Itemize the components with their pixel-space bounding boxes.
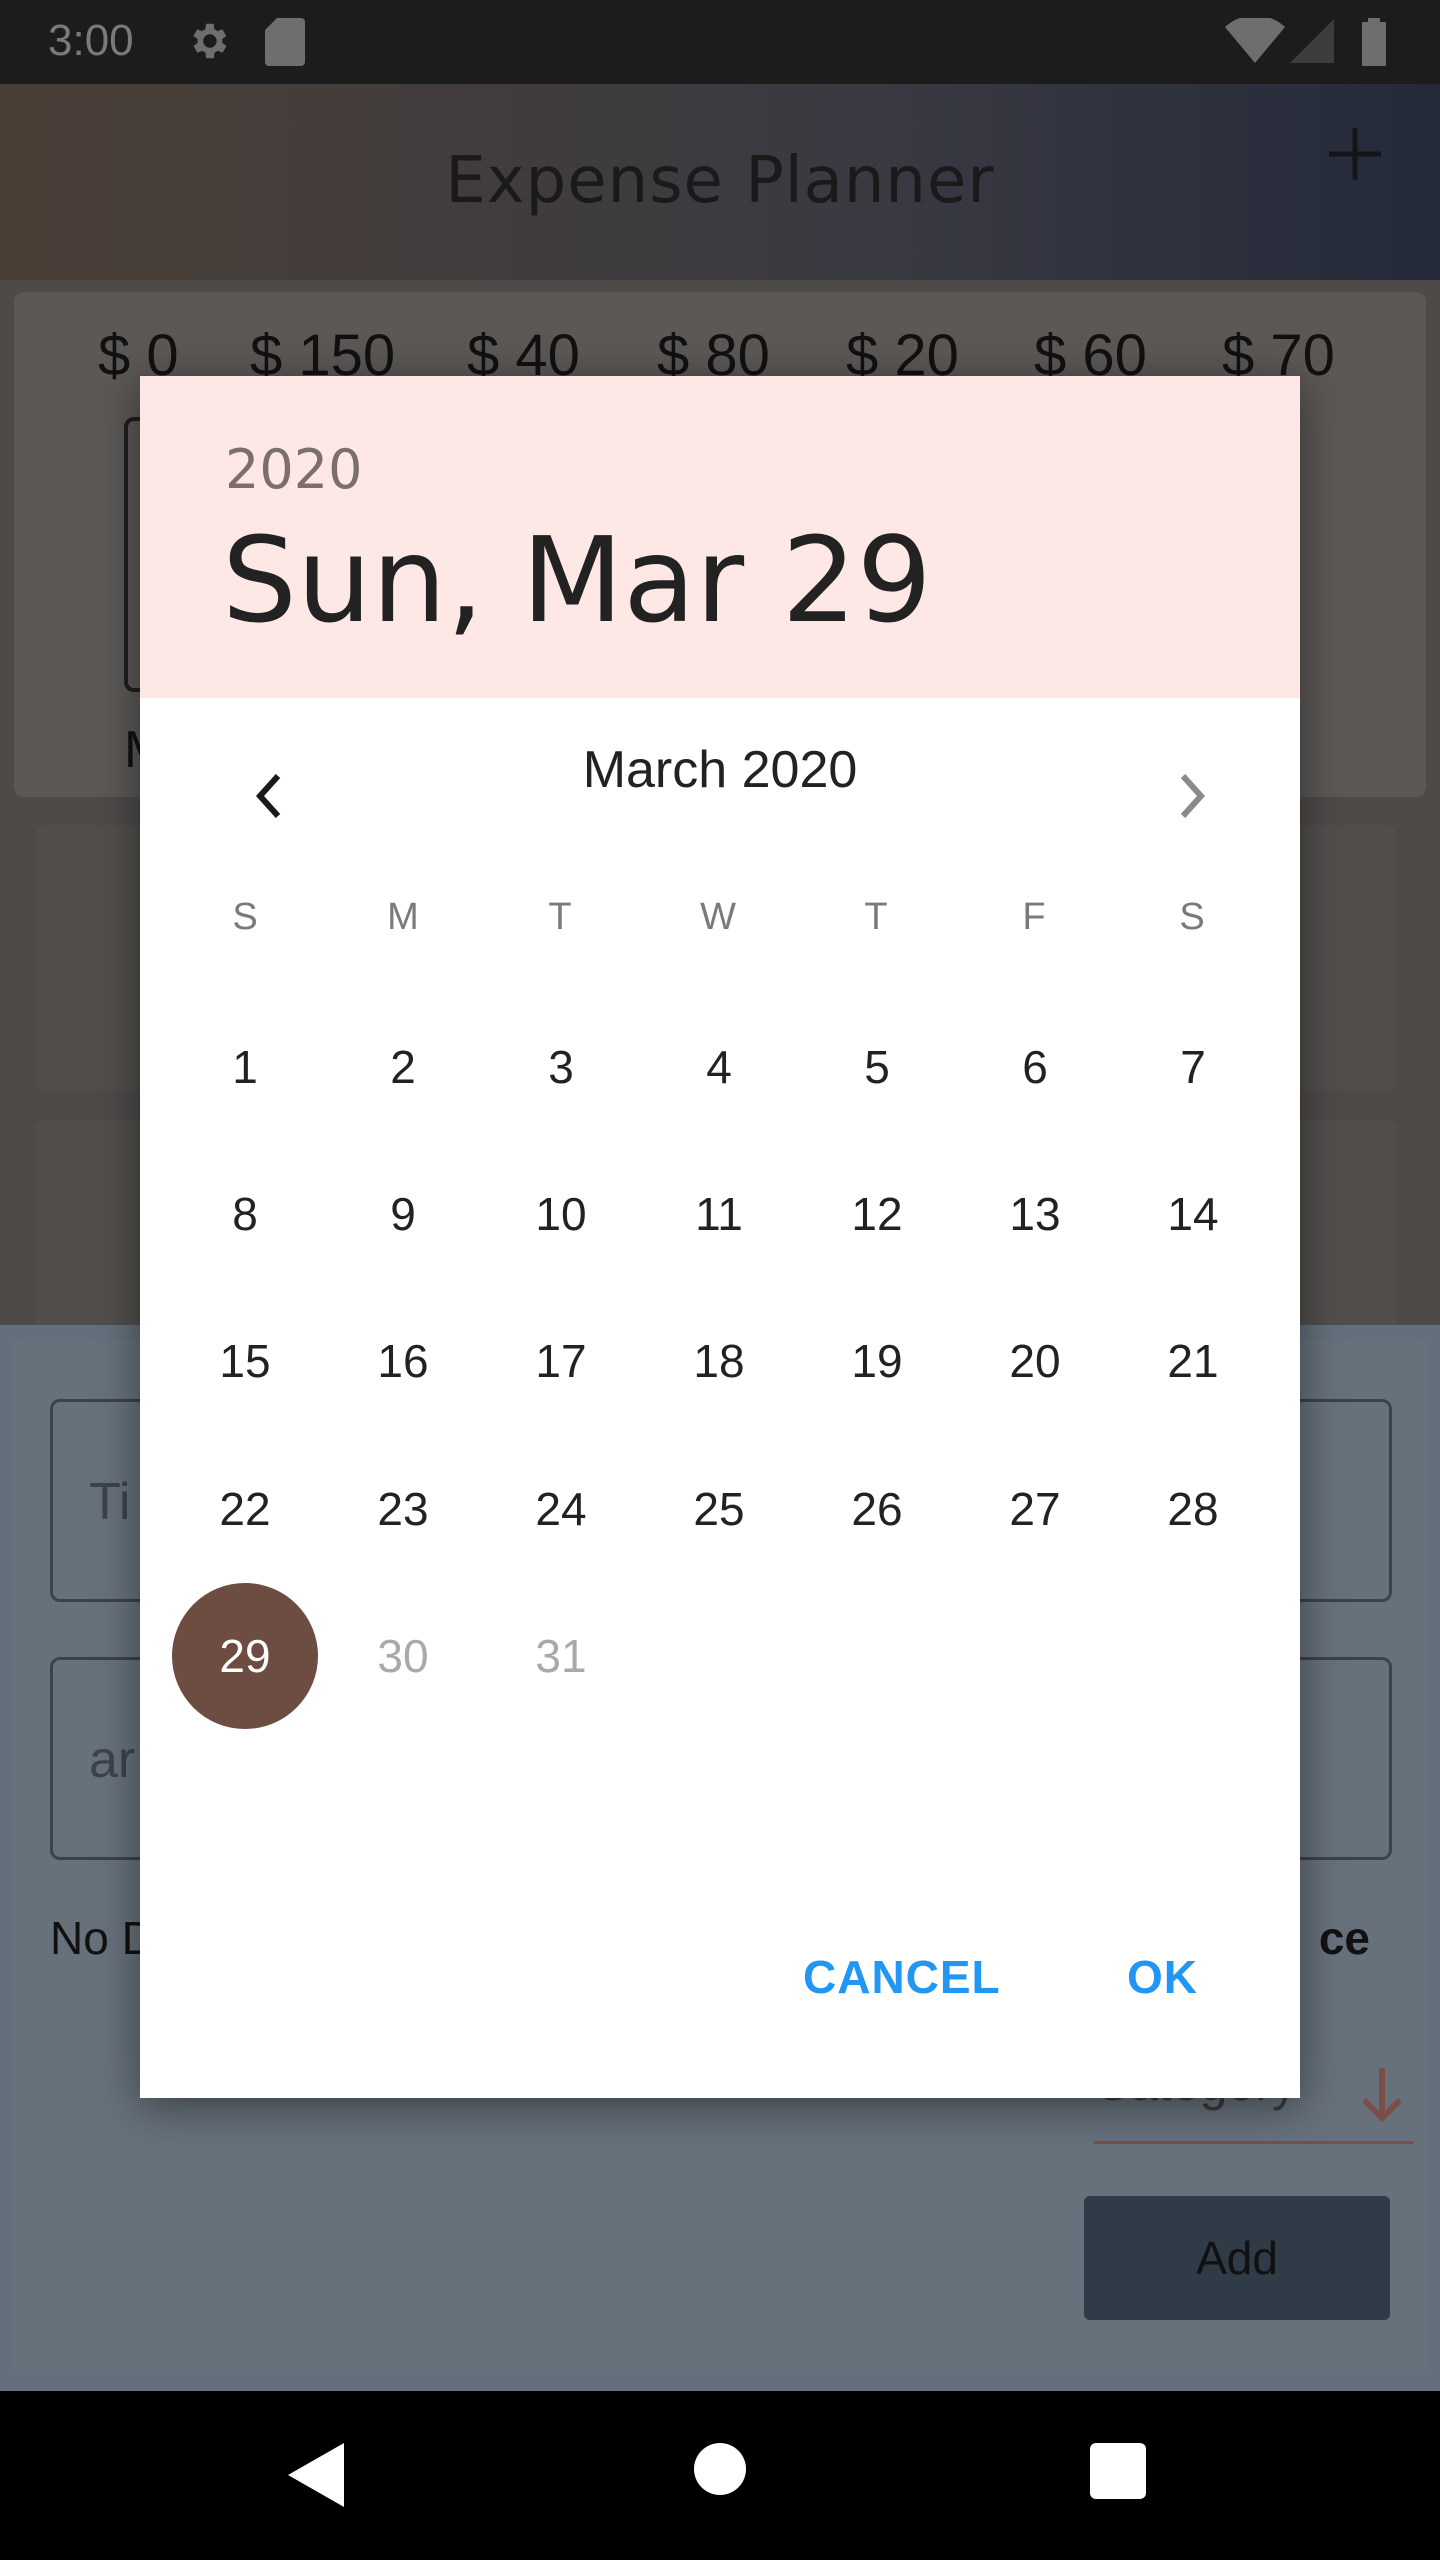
chevron-right-icon[interactable] (1140, 746, 1240, 846)
title-field-label: Ti (89, 1473, 131, 1531)
wifi-icon (1225, 15, 1285, 69)
calendar-day[interactable]: 19 (804, 1288, 950, 1434)
calendar-day[interactable]: 18 (646, 1288, 792, 1434)
add-icon[interactable] (1325, 124, 1385, 184)
calendar-day[interactable]: 14 (1120, 1141, 1266, 1287)
calendar-day[interactable]: 2 (330, 994, 476, 1140)
calendar-day[interactable]: 7 (1120, 994, 1266, 1140)
sd-card-icon (265, 18, 305, 71)
ok-button[interactable]: OK (1127, 1950, 1198, 2004)
cancel-button[interactable]: CANCEL (803, 1950, 1001, 2004)
calendar-day[interactable]: 1 (172, 994, 318, 1140)
calendar-day[interactable]: 8 (172, 1141, 318, 1287)
calendar-day: 30 (377, 1630, 429, 1682)
navigation-bar (0, 2391, 1440, 2560)
year-label[interactable]: 2020 (225, 438, 362, 501)
status-bar: 3:00 (0, 0, 1440, 84)
calendar-day[interactable]: 28 (1120, 1436, 1266, 1582)
calendar-day[interactable]: 12 (804, 1141, 950, 1287)
app-bar: Expense Planner (0, 84, 1440, 280)
status-time: 3:00 (48, 16, 134, 65)
calendar-day: 31 (535, 1630, 587, 1682)
calendar-day[interactable]: 16 (330, 1288, 476, 1434)
calendar-day[interactable]: 26 (804, 1436, 950, 1582)
weekday-label: W (700, 896, 736, 938)
date-picker-dialog: 2020 Sun, Mar 29 March 2020 S M T W T F … (140, 376, 1300, 2098)
signal-icon (1290, 18, 1334, 69)
weekday-label: M (387, 896, 419, 938)
calendar-day[interactable]: 21 (1120, 1288, 1266, 1434)
arrow-down-icon (1360, 2064, 1404, 2136)
calendar-day[interactable]: 25 (646, 1436, 792, 1582)
battery-icon (1360, 18, 1388, 71)
selected-date-label: Sun, Mar 29 (222, 511, 932, 649)
weekday-label: T (548, 896, 572, 938)
weekday-label: S (1179, 896, 1205, 938)
calendar-day[interactable]: 9 (330, 1141, 476, 1287)
home-icon[interactable] (694, 2443, 746, 2500)
add-button[interactable]: Add (1084, 2196, 1390, 2320)
app-title: Expense Planner (445, 144, 995, 218)
calendar-day[interactable]: 17 (488, 1288, 634, 1434)
recents-icon[interactable] (1090, 2443, 1146, 2504)
calendar-day[interactable]: 15 (172, 1288, 318, 1434)
amount-field-label: ar (89, 1731, 136, 1789)
calendar-day[interactable]: 13 (962, 1141, 1108, 1287)
weekday-label: F (1022, 896, 1046, 938)
calendar-day[interactable]: 11 (646, 1141, 792, 1287)
weekday-label: S (232, 896, 258, 938)
choose-date-button[interactable]: ce (1319, 1911, 1370, 1965)
weekday-label: T (864, 896, 888, 938)
selected-day[interactable]: 29 (172, 1583, 318, 1729)
calendar-day[interactable]: 3 (488, 994, 634, 1140)
month-label: March 2020 (582, 741, 858, 799)
calendar-day[interactable]: 20 (962, 1288, 1108, 1434)
calendar-day[interactable]: 27 (962, 1436, 1108, 1582)
calendar-day[interactable]: 6 (962, 994, 1108, 1140)
calendar-day[interactable]: 5 (804, 994, 950, 1140)
settings-icon (185, 18, 231, 69)
calendar-day[interactable]: 22 (172, 1436, 318, 1582)
calendar-day[interactable]: 10 (488, 1141, 634, 1287)
calendar-day[interactable]: 23 (330, 1436, 476, 1582)
calendar-day[interactable]: 4 (646, 994, 792, 1140)
calendar-day[interactable]: 24 (488, 1436, 634, 1582)
back-icon[interactable] (288, 2443, 344, 2512)
date-picker-header: 2020 Sun, Mar 29 (140, 376, 1300, 698)
